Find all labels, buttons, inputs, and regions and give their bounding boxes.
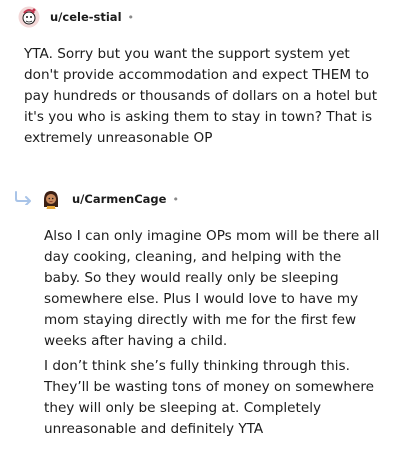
snoo-avatar-icon[interactable] — [18, 6, 40, 28]
reply-comment: u/CarmenCage • Also I can only imagine O… — [15, 186, 394, 444]
comment-header: u/cele-stial • — [18, 4, 394, 30]
comment-body: Also I can only imagine OPs mom will be … — [44, 226, 380, 440]
separator-dot: • — [172, 192, 179, 206]
comment-paragraph: YTA. Sorry but you want the support syst… — [24, 46, 378, 146]
reply-arrow-icon — [13, 190, 35, 206]
comment-paragraph: Also I can only imagine OPs mom will be … — [44, 228, 380, 349]
comment: u/cele-stial • YTA. Sorry but you want t… — [18, 4, 394, 153]
comment-body: YTA. Sorry but you want the support syst… — [24, 44, 384, 149]
comment-header: u/CarmenCage • — [40, 186, 394, 212]
username[interactable]: u/CarmenCage — [72, 192, 166, 206]
username[interactable]: u/cele-stial — [50, 10, 122, 24]
user-avatar-icon[interactable] — [40, 188, 62, 210]
separator-dot: • — [127, 10, 135, 24]
comment-paragraph: I don’t think she’s fully thinking throu… — [44, 358, 375, 437]
